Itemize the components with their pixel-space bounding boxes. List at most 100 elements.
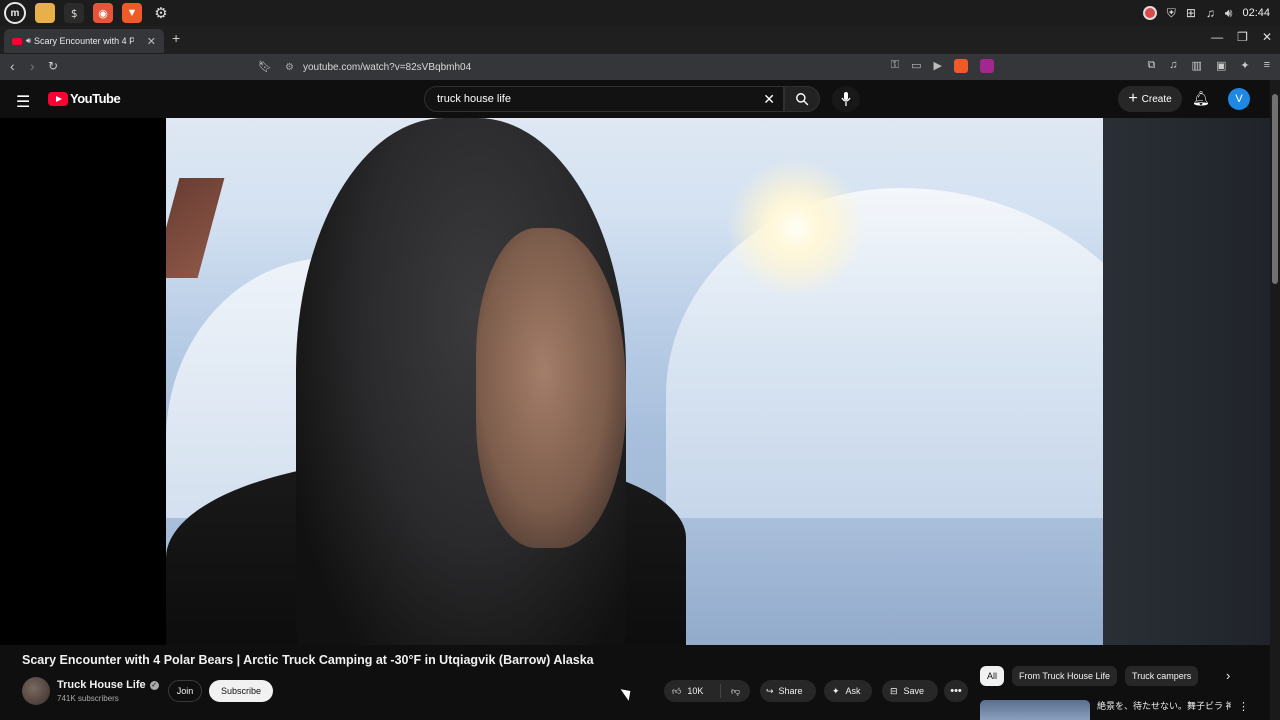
minimize-icon[interactable]: —	[1211, 30, 1223, 44]
youtube-play-icon	[48, 91, 68, 106]
thumbs-down-icon: 👎︎	[731, 685, 741, 696]
cast-icon[interactable]: ▭	[911, 59, 921, 73]
browser-tab[interactable]: 🔊︎ Scary Encounter with 4 Polar ✕	[4, 29, 164, 53]
settings-icon[interactable]: ⚙	[151, 3, 171, 23]
window-controls: — ❐ ✕	[1211, 30, 1272, 44]
share-icon: ↪	[766, 685, 774, 696]
search-button[interactable]	[784, 86, 820, 112]
channel-avatar[interactable]	[22, 677, 50, 705]
building	[166, 178, 225, 278]
browser-tab-strip: 🔊︎ Scary Encounter with 4 Polar ✕ + — ❐ …	[0, 26, 1280, 54]
video-title: Scary Encounter with 4 Polar Bears | Arc…	[22, 653, 594, 667]
microphone-icon	[841, 92, 851, 106]
recommendation-more-icon[interactable]: ⋮	[1238, 700, 1249, 713]
sidebar-icon[interactable]: ▥	[1192, 59, 1202, 72]
share-button[interactable]: ↪ Share	[760, 680, 816, 702]
volume-icon[interactable]: 🔊︎	[1225, 6, 1233, 21]
recommendation-title[interactable]: 絶景を、待たせない。舞子ビラ 神戸ライブ中継スタート！明	[1097, 700, 1231, 720]
more-actions-button[interactable]: •••	[944, 680, 968, 702]
chip-from-channel[interactable]: From Truck House Life	[1012, 666, 1118, 686]
create-button[interactable]: + Create	[1118, 86, 1182, 112]
restore-icon[interactable]: ❐	[1237, 30, 1248, 44]
back-icon[interactable]: ‹	[10, 58, 15, 74]
related-filter-chips: All From Truck House Life Truck campers	[980, 666, 1199, 686]
video-player-area	[0, 118, 1270, 645]
create-label: Create	[1141, 93, 1172, 105]
screenshot-icon[interactable]: ⧉	[1147, 59, 1155, 72]
key-icon[interactable]: ⚿	[891, 59, 899, 73]
search-icon	[796, 93, 809, 106]
audio-icon[interactable]: 🔊︎	[26, 36, 31, 46]
hamburger-menu-icon[interactable]: ☰	[16, 92, 30, 112]
like-dislike-group: 👍︎ 10K 👎︎	[664, 680, 750, 702]
verified-icon: ✓	[149, 680, 159, 690]
clear-search-icon[interactable]: ✕	[763, 91, 775, 108]
extensions-icon[interactable]: ✦	[1240, 59, 1249, 72]
chip-all[interactable]: All	[980, 666, 1005, 686]
youtube-logo-text: YouTube	[70, 91, 121, 106]
ask-label: Ask	[845, 686, 861, 696]
clock[interactable]: 02:44	[1242, 7, 1270, 19]
menu-icon[interactable]: ≡	[1264, 59, 1270, 72]
status-icon[interactable]	[1142, 6, 1157, 20]
join-button[interactable]: Join	[168, 680, 202, 702]
brave-shields-icon[interactable]	[954, 59, 968, 73]
site-info-icon[interactable]: ⚙	[285, 62, 294, 73]
new-tab-button[interactable]: +	[172, 30, 180, 46]
account-avatar[interactable]: V	[1228, 88, 1250, 110]
system-tray: ⛨ ⊞ ♫ 🔊︎ 02:44	[1142, 0, 1270, 26]
brave-rewards-icon[interactable]	[980, 59, 994, 73]
sun-glare	[726, 158, 866, 298]
terminal-icon[interactable]: $	[64, 3, 84, 23]
lan-icon[interactable]: ⊞	[1186, 6, 1196, 20]
dislike-button[interactable]: 👎︎	[721, 686, 740, 697]
media-icon[interactable]: ▶	[934, 59, 942, 73]
close-window-icon[interactable]: ✕	[1262, 30, 1272, 44]
recommendation-thumbnail[interactable]	[980, 700, 1090, 720]
sparkle-icon: ✦	[832, 685, 840, 696]
person-face	[476, 228, 626, 548]
bookmark-save-icon: ⊟	[890, 685, 898, 696]
os-taskbar: m $ ◉ ▼ ⚙ ⛨ ⊞ ♫ 🔊︎ 02:44	[0, 0, 1280, 26]
channel-name[interactable]: Truck House Life	[57, 679, 146, 691]
share-label: Share	[778, 686, 803, 696]
close-tab-icon[interactable]: ✕	[147, 35, 156, 48]
search-box: ✕	[424, 86, 784, 112]
brave-icon[interactable]: ▼	[122, 3, 142, 23]
reload-icon[interactable]: ↻	[48, 59, 58, 73]
like-button[interactable]: 👍︎ 10K	[664, 684, 721, 698]
page-scrollbar[interactable]	[1270, 80, 1280, 720]
address-bar[interactable]: ⚙ youtube.com/watch?v=82sVBqbmh04 ⚿ ▭ ▶	[255, 57, 1000, 77]
files-icon[interactable]	[35, 3, 55, 23]
search-input[interactable]	[435, 92, 759, 106]
browser-extensions: ⧉ ♫ ▥ ▣ ✦ ≡	[1147, 59, 1270, 72]
wallet-icon[interactable]: ▣	[1216, 59, 1226, 72]
firefox-icon[interactable]: ◉	[93, 3, 113, 23]
scrollbar-thumb[interactable]	[1272, 94, 1278, 284]
save-button[interactable]: ⊟ Save	[882, 680, 938, 702]
notifications-bell-icon[interactable]: 🔔︎	[1192, 90, 1210, 107]
forward-icon[interactable]: ›	[30, 58, 35, 74]
mouse-cursor-icon	[620, 685, 635, 701]
network-icon[interactable]: ⛨	[1167, 6, 1176, 21]
video-player[interactable]	[166, 118, 1103, 645]
thumbs-up-icon: 👍︎	[672, 685, 682, 696]
channel-name-row[interactable]: Truck House Life ✓	[57, 679, 159, 691]
like-count: 10K	[687, 686, 704, 696]
music-icon[interactable]: ♫	[1206, 6, 1215, 20]
subscriber-count: 741K subscribers	[57, 694, 119, 703]
theater-side-panel	[1103, 118, 1270, 645]
chip-truck-campers[interactable]: Truck campers	[1125, 666, 1199, 686]
more-icon: •••	[950, 685, 962, 697]
subscribe-button[interactable]: Subscribe	[209, 680, 273, 702]
plus-icon: +	[1128, 90, 1138, 107]
url-text[interactable]: youtube.com/watch?v=82sVBqbmh04	[303, 62, 471, 73]
voice-search-button[interactable]	[832, 86, 860, 112]
browser-toolbar: ‹ › ↻ 🔖︎ ⚙ youtube.com/watch?v=82sVBqbmh…	[0, 54, 1280, 80]
media-control-icon[interactable]: ♫	[1169, 59, 1177, 72]
mint-menu-icon[interactable]: m	[4, 2, 26, 24]
chevron-right-icon[interactable]: ›	[1226, 668, 1230, 683]
youtube-logo[interactable]: YouTube	[48, 91, 121, 106]
save-label: Save	[903, 686, 925, 696]
ask-button[interactable]: ✦ Ask	[824, 680, 872, 702]
